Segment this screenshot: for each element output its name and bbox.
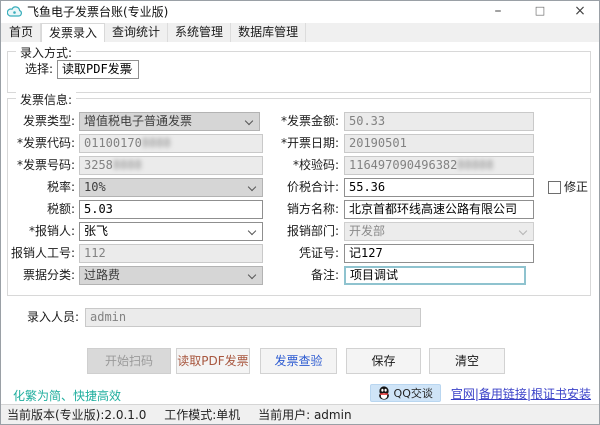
chevron-down-icon [244, 116, 254, 126]
qq-chat-button[interactable]: QQ交谈 [369, 384, 441, 402]
entry-mode-select-label: 选择: [24, 62, 53, 76]
remark-field[interactable]: 项目调试 [344, 266, 526, 285]
entry-user-label: 录入人员: [26, 310, 79, 324]
window-title: 飞鱼电子发票台账(专业版) [27, 5, 169, 19]
chevron-down-icon [518, 226, 528, 236]
invoice-type-select: 增值税电子普通发票 [79, 112, 260, 131]
department-select: 开发部 [344, 222, 534, 241]
ticket-category-label: 票据分类: [22, 268, 75, 282]
invoice-date-label: *开票日期: [280, 136, 339, 150]
app-window: 飞鱼电子发票台账(专业版) – □ × 首页 发票录入 查询统计 系统管理 数据… [0, 0, 600, 425]
department-label: 报销部门: [286, 224, 339, 238]
entry-user-field: admin [85, 308, 421, 327]
app-icon [6, 5, 22, 21]
qq-penguin-icon [378, 386, 389, 400]
read-pdf-button[interactable]: 读取PDF发票 [176, 348, 250, 374]
reimburser-select[interactable]: 张飞 [79, 222, 263, 241]
correction-checkbox[interactable] [548, 181, 561, 194]
invoice-date-field: 20190501 [344, 134, 534, 153]
maximize-button[interactable]: □ [525, 1, 555, 23]
start-scan-button: 开始扫码 [87, 348, 171, 374]
status-version: 当前版本(专业版):2.0.1.0 [7, 408, 147, 422]
invoice-type-label: 发票类型: [22, 114, 75, 128]
tab-home[interactable]: 首页 [1, 23, 42, 42]
tax-rate-label: 税率: [46, 180, 75, 194]
invoice-code-field: 011001708888 [79, 134, 263, 153]
reimburser-id-label: 报销人工号: [10, 246, 75, 260]
entry-mode-select[interactable]: 读取PDF发票 [57, 60, 139, 79]
tab-system-mgmt[interactable]: 系统管理 [168, 23, 232, 42]
chevron-down-icon [247, 270, 257, 280]
redacted-text: 8888 [141, 136, 171, 150]
seller-name-field[interactable]: 北京首都环线高速公路有限公司 [344, 200, 534, 219]
tax-rate-select[interactable]: 10% [79, 178, 263, 197]
invoice-number-field: 32588888 [79, 156, 263, 175]
chevron-down-icon [247, 226, 257, 236]
redacted-text: 8888 [112, 158, 142, 172]
close-button[interactable]: × [565, 1, 595, 23]
tax-amount-field[interactable]: 5.03 [79, 200, 263, 219]
amount-label: *发票金额: [280, 114, 339, 128]
tagline: 化繁为简、快捷高效 [13, 389, 122, 403]
footer-links: QQ交谈 官网|备用链接|根证书安装 [369, 384, 591, 402]
tab-bar: 首页 发票录入 查询统计 系统管理 数据库管理 [1, 23, 599, 42]
entry-mode-title: 录入方式: [16, 44, 77, 61]
save-button[interactable]: 保存 [346, 348, 421, 374]
tab-database-mgmt[interactable]: 数据库管理 [231, 23, 307, 42]
minimize-button[interactable]: – [483, 1, 513, 23]
tab-query-stats[interactable]: 查询统计 [105, 23, 169, 42]
reimburser-label: *报销人: [28, 224, 75, 238]
tab-invoice-entry[interactable]: 发票录入 [41, 23, 106, 42]
ticket-category-select[interactable]: 过路费 [79, 266, 263, 285]
amount-field: 50.33 [344, 112, 534, 131]
link-root-cert[interactable]: 根证书安装 [531, 387, 591, 401]
status-current-user: 当前用户: admin [258, 408, 352, 422]
invoice-code-label: *发票代码: [16, 136, 75, 150]
check-code-field: 11649709049638288888 [344, 156, 534, 175]
correction-label: 修正 [564, 180, 589, 194]
title-bar: 飞鱼电子发票台账(专业版) – □ × [1, 1, 599, 23]
remark-label: 备注: [310, 268, 339, 282]
status-bar: 当前版本(专业版):2.0.1.0 工作模式:单机 当前用户: admin [1, 404, 599, 424]
reimburser-id-field: 112 [79, 244, 263, 263]
check-code-label: *校验码: [292, 158, 339, 172]
link-backup[interactable]: 备用链接 [479, 387, 527, 401]
tax-amount-label: 税额: [46, 202, 75, 216]
invoice-verify-button[interactable]: 发票查验 [260, 348, 337, 374]
total-label: 价税合计: [286, 180, 339, 194]
redacted-text: 88888 [457, 158, 494, 172]
clear-button[interactable]: 清空 [429, 348, 505, 374]
seller-name-label: 销方名称: [286, 202, 339, 216]
total-field[interactable]: 55.36 [344, 178, 534, 197]
chevron-down-icon [247, 182, 257, 192]
link-official-site[interactable]: 官网 [451, 387, 475, 401]
invoice-number-label: *发票号码: [16, 158, 75, 172]
voucher-no-label: 凭证号: [298, 246, 339, 260]
status-work-mode: 工作模式:单机 [164, 408, 241, 422]
invoice-info-title: 发票信息: [16, 91, 77, 108]
voucher-no-field[interactable]: 记127 [344, 244, 534, 263]
